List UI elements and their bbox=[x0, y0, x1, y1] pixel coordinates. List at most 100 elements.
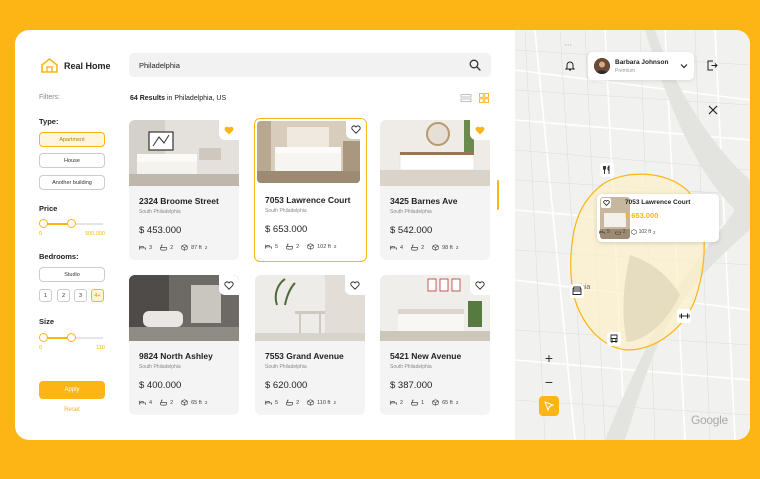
bathrooms-count: 2 bbox=[170, 244, 174, 251]
heart-outline-icon bbox=[602, 200, 610, 206]
search-bar bbox=[129, 53, 491, 77]
popup-bedrooms-stat: 5 bbox=[599, 229, 610, 235]
area-icon bbox=[432, 244, 439, 251]
brand-name: Real Home bbox=[64, 60, 111, 71]
listing-card-1[interactable]: 2324 Broome Street South Philadelphia $ … bbox=[129, 120, 239, 260]
store-poi[interactable] bbox=[570, 284, 584, 298]
bath-icon bbox=[411, 244, 418, 251]
bedrooms-stat: 3 bbox=[139, 244, 152, 251]
close-map-button[interactable] bbox=[707, 104, 719, 116]
chevron-down-icon[interactable] bbox=[680, 62, 688, 70]
bedrooms-stat: 4 bbox=[139, 399, 152, 406]
listing-card-3[interactable]: 3425 Barnes Ave South Philadelphia $ 542… bbox=[380, 120, 490, 260]
map-panel[interactable]: • • • phia Barbara Johnson Premium bbox=[515, 30, 750, 440]
popup-area-value: 102 ft bbox=[638, 229, 652, 235]
listing-card-2[interactable]: 7053 Lawrence Court South Philadelphia $… bbox=[254, 118, 367, 262]
price-slider-max-thumb[interactable] bbox=[67, 219, 76, 228]
restaurant-poi[interactable] bbox=[600, 163, 614, 177]
locate-button[interactable] bbox=[539, 396, 559, 416]
results-count: 64 Results bbox=[130, 95, 166, 102]
favorite-button[interactable] bbox=[346, 119, 366, 139]
area-unit-exponent: 2 bbox=[333, 244, 337, 249]
reset-link[interactable]: Reset bbox=[39, 407, 105, 413]
bath-icon bbox=[286, 243, 293, 250]
list-view-icon[interactable] bbox=[460, 93, 472, 103]
heart-filled-icon bbox=[475, 126, 485, 134]
favorite-button[interactable] bbox=[470, 275, 490, 295]
favorite-button[interactable] bbox=[470, 120, 490, 140]
favorite-button[interactable] bbox=[219, 120, 239, 140]
area-stat: 87 ft 2 bbox=[181, 244, 207, 251]
bathrooms-count: 2 bbox=[421, 244, 425, 251]
bedrooms-studio[interactable]: Studio bbox=[39, 267, 105, 282]
listing-area: South Philadelphia bbox=[139, 209, 181, 215]
area-icon bbox=[432, 399, 439, 406]
bed-icon bbox=[265, 400, 272, 405]
listing-stats: 2 1 65 ft 2 bbox=[390, 399, 458, 406]
bath-icon bbox=[160, 244, 167, 251]
bed-icon bbox=[265, 244, 272, 249]
home-logo-icon bbox=[41, 58, 58, 73]
bus-icon bbox=[610, 334, 618, 343]
listing-card-4[interactable]: 9824 North Ashley South Philadelphia $ 4… bbox=[129, 275, 239, 415]
price-slider[interactable]: 0 500.000 bbox=[39, 218, 105, 238]
filters-title: Filters: bbox=[39, 94, 60, 101]
listing-stats: 4 2 98 ft 2 bbox=[390, 244, 458, 251]
logo[interactable]: Real Home bbox=[41, 58, 111, 73]
area-icon bbox=[307, 243, 314, 250]
bedrooms-stat: 4 bbox=[390, 244, 403, 251]
map-attribution: Google bbox=[691, 413, 728, 427]
listing-area: South Philadelphia bbox=[390, 364, 432, 370]
user-menu[interactable]: Barbara Johnson Premium bbox=[588, 52, 694, 80]
area-unit-exponent: 2 bbox=[455, 245, 459, 250]
size-label: Size bbox=[39, 317, 55, 326]
results-scrollbar[interactable] bbox=[497, 180, 499, 210]
size-slider[interactable]: 0 110 bbox=[39, 332, 105, 352]
area-icon bbox=[181, 244, 188, 251]
grid-view-icon[interactable] bbox=[478, 93, 490, 103]
bedrooms-stat: 5 bbox=[265, 399, 278, 406]
price-label: Price bbox=[39, 204, 58, 213]
favorite-button[interactable] bbox=[219, 275, 239, 295]
apply-button[interactable]: Apply bbox=[39, 381, 105, 399]
zoom-out-button[interactable]: − bbox=[539, 372, 559, 392]
type-option-apartment[interactable]: Apartment bbox=[39, 132, 105, 147]
type-label: Type: bbox=[39, 117, 59, 126]
transit-poi[interactable] bbox=[607, 332, 621, 346]
bedrooms-2[interactable]: 2 bbox=[57, 289, 70, 302]
listing-area: South Philadelphia bbox=[265, 364, 307, 370]
logout-button[interactable] bbox=[705, 58, 719, 72]
bed-icon bbox=[390, 245, 397, 250]
gym-poi[interactable] bbox=[677, 309, 691, 323]
favorite-button[interactable] bbox=[345, 275, 365, 295]
popup-favorite-button[interactable] bbox=[601, 198, 611, 208]
map-listing-popup[interactable]: 7053 Lawrence Court $ 653.000 5 2 102 ft… bbox=[597, 194, 719, 242]
bathrooms-stat: 1 bbox=[411, 399, 424, 406]
bathrooms-stat: 2 bbox=[411, 244, 424, 251]
zoom-in-button[interactable]: + bbox=[539, 348, 559, 368]
notification-button[interactable] bbox=[563, 58, 577, 72]
area-unit-exponent: 2 bbox=[204, 245, 208, 250]
cursor-arrow-icon bbox=[544, 401, 554, 411]
popup-stats: 5 2 102 ft 2 bbox=[599, 229, 655, 235]
type-option-house[interactable]: House bbox=[39, 153, 105, 168]
bath-icon bbox=[411, 399, 418, 406]
bedrooms-count: 4 bbox=[149, 399, 153, 406]
area-unit-exponent: 2 bbox=[455, 400, 459, 405]
price-slider-min-thumb[interactable] bbox=[39, 219, 48, 228]
bedrooms-1[interactable]: 1 bbox=[39, 289, 52, 302]
type-option-another-building[interactable]: Another building bbox=[39, 175, 105, 190]
search-input[interactable] bbox=[139, 60, 439, 70]
listing-title: 9824 North Ashley bbox=[139, 351, 213, 361]
bedrooms-3[interactable]: 3 bbox=[74, 289, 87, 302]
bathrooms-count: 2 bbox=[296, 243, 300, 250]
area-value: 98 ft bbox=[442, 244, 453, 251]
search-icon[interactable] bbox=[469, 59, 481, 71]
listing-card-5[interactable]: 7553 Grand Avenue South Philadelphia $ 6… bbox=[255, 275, 365, 415]
bath-icon bbox=[614, 231, 621, 235]
bedrooms-4-plus[interactable]: 4+ bbox=[91, 289, 104, 302]
size-slider-max-thumb[interactable] bbox=[67, 333, 76, 342]
size-slider-min-thumb[interactable] bbox=[39, 333, 48, 342]
area-unit-exponent: 2 bbox=[333, 400, 337, 405]
listing-card-6[interactable]: 5421 New Avenue South Philadelphia $ 387… bbox=[380, 275, 490, 415]
